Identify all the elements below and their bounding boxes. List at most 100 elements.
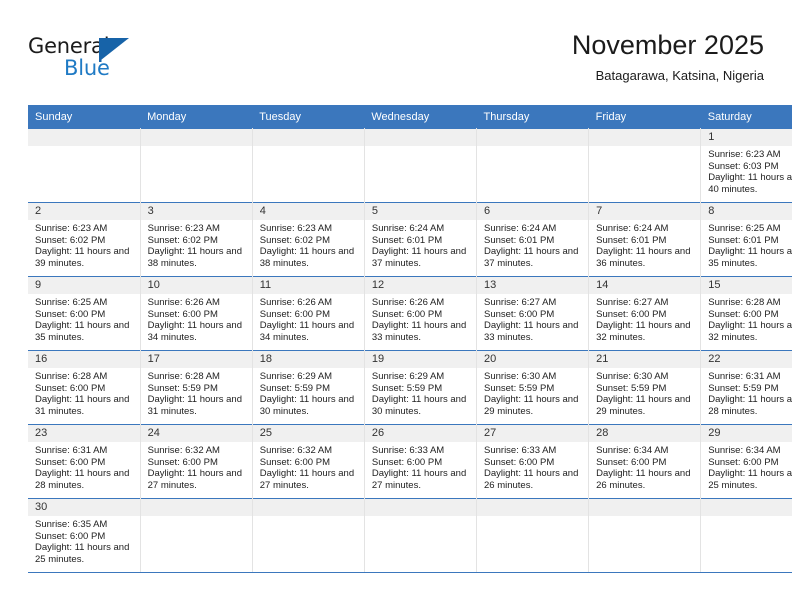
- sunrise-text: Sunrise: 6:23 AM: [147, 223, 220, 234]
- day-number: 10: [140, 277, 252, 294]
- calendar-day-cell[interactable]: 10 Sunrise: 6:26 AM Sunset: 6:00 PM Dayligh…: [140, 276, 253, 351]
- sunset-text: Sunset: 6:03 PM: [708, 160, 779, 172]
- day-number: 14: [589, 277, 701, 294]
- calendar-day-cell[interactable]: 14 Sunrise: 6:27 AM Sunset: 6:00 PM Dayligh…: [588, 276, 702, 351]
- day-cell-content: [140, 129, 252, 202]
- day-cell-content: 16 Sunrise: 6:28 AM Sunset: 6:00 PM Dayligh…: [28, 351, 140, 424]
- day-number: 13: [477, 277, 589, 294]
- sunrise-text: Sunrise: 6:29 AM: [259, 371, 333, 382]
- daylight-text: Daylight: 11 hours and 26 minutes.: [484, 468, 579, 491]
- calendar-day-cell[interactable]: 25 Sunrise: 6:32 AM Sunset: 6:00 PM Dayligh…: [252, 424, 365, 499]
- day-cell-content: [589, 499, 701, 572]
- daylight-text: Daylight: 11 hours and 25 minutes.: [708, 468, 792, 491]
- calendar-day-cell[interactable]: 19 Sunrise: 6:29 AM Sunset: 5:59 PM Dayligh…: [364, 350, 478, 425]
- day-details: Sunrise: 6:30 AM Sunset: 5:59 PM Daylight:…: [477, 368, 588, 417]
- daylight-text: Daylight: 11 hours and 27 minutes.: [259, 468, 355, 491]
- daylight-text: Daylight: 11 hours and 38 minutes.: [147, 246, 242, 269]
- calendar-day-cell[interactable]: 21 Sunrise: 6:30 AM Sunset: 5:59 PM Dayligh…: [588, 350, 702, 425]
- calendar-day-cell[interactable]: 6 Sunrise: 6:24 AM Sunset: 6:01 PM Daylight…: [476, 202, 590, 277]
- day-details: Sunrise: 6:24 AM Sunset: 6:01 PM Daylight:…: [365, 220, 476, 269]
- day-cell-content: 12 Sunrise: 6:26 AM Sunset: 6:00 PM Dayligh…: [364, 277, 476, 350]
- calendar-week-row: 30 Sunrise: 6:35 AM Sunset: 6:00 PM Dayligh…: [28, 498, 792, 573]
- calendar-day-cell[interactable]: 29 Sunrise: 6:34 AM Sunset: 6:00 PM Dayligh…: [700, 424, 792, 499]
- day-number: [364, 499, 476, 516]
- sunset-text: Sunset: 6:02 PM: [35, 234, 106, 246]
- day-details: Sunrise: 6:26 AM Sunset: 6:00 PM Daylight:…: [365, 294, 476, 343]
- calendar-day-cell[interactable]: 4 Sunrise: 6:23 AM Sunset: 6:02 PM Daylight…: [252, 202, 365, 277]
- calendar-table: Sunday Monday Tuesday Wednesday Thursday…: [28, 105, 792, 573]
- day-details: Sunrise: 6:28 AM Sunset: 6:00 PM Daylight:…: [701, 294, 792, 343]
- day-details: Sunrise: 6:23 AM Sunset: 6:02 PM Daylight:…: [253, 220, 364, 269]
- calendar-day-cell[interactable]: 3 Sunrise: 6:23 AM Sunset: 6:02 PM Daylight…: [140, 202, 253, 277]
- calendar-day-cell[interactable]: 13 Sunrise: 6:27 AM Sunset: 6:00 PM Dayligh…: [476, 276, 590, 351]
- day-details: Sunrise: 6:32 AM Sunset: 6:00 PM Daylight:…: [253, 442, 364, 491]
- daylight-text: Daylight: 11 hours and 35 minutes.: [35, 320, 130, 343]
- calendar-day-cell[interactable]: 11 Sunrise: 6:26 AM Sunset: 6:00 PM Dayligh…: [252, 276, 365, 351]
- calendar-day-cell[interactable]: 30 Sunrise: 6:35 AM Sunset: 6:00 PM Dayligh…: [28, 498, 141, 573]
- calendar-day-cell[interactable]: 24 Sunrise: 6:32 AM Sunset: 6:00 PM Dayligh…: [140, 424, 253, 499]
- sunset-text: Sunset: 6:00 PM: [147, 456, 218, 468]
- calendar-day-cell-empty: [700, 498, 792, 573]
- calendar-day-cell-empty: [252, 498, 365, 573]
- day-number: 20: [477, 351, 589, 368]
- day-details: Sunrise: 6:31 AM Sunset: 6:00 PM Daylight:…: [28, 442, 140, 491]
- daylight-text: Daylight: 11 hours and 33 minutes.: [371, 320, 467, 343]
- calendar-day-cell[interactable]: 18 Sunrise: 6:29 AM Sunset: 5:59 PM Dayligh…: [252, 350, 365, 425]
- calendar-day-cell[interactable]: 27 Sunrise: 6:33 AM Sunset: 6:00 PM Dayligh…: [476, 424, 590, 499]
- calendar-day-cell[interactable]: 9 Sunrise: 6:25 AM Sunset: 6:00 PM Daylight…: [28, 276, 141, 351]
- day-number: 11: [252, 277, 364, 294]
- day-cell-content: 23 Sunrise: 6:31 AM Sunset: 6:00 PM Dayligh…: [28, 425, 140, 498]
- logo-text-general: General: [28, 34, 110, 58]
- day-number: 27: [477, 425, 589, 442]
- general-blue-logo[interactable]: General Blue: [28, 34, 228, 90]
- calendar-day-cell-empty: [140, 128, 253, 203]
- daylight-text: Daylight: 11 hours and 39 minutes.: [35, 246, 130, 269]
- day-cell-content: [477, 129, 589, 202]
- day-details: Sunrise: 6:34 AM Sunset: 6:00 PM Daylight:…: [589, 442, 700, 491]
- calendar-day-cell-empty: [364, 498, 478, 573]
- daylight-text: Daylight: 11 hours and 38 minutes.: [259, 246, 355, 269]
- day-number: [140, 129, 252, 146]
- calendar-day-cell[interactable]: 28 Sunrise: 6:34 AM Sunset: 6:00 PM Dayligh…: [588, 424, 702, 499]
- day-number: [589, 499, 701, 516]
- calendar-day-cell[interactable]: 7 Sunrise: 6:24 AM Sunset: 6:01 PM Daylight…: [588, 202, 702, 277]
- calendar-week-row: 9 Sunrise: 6:25 AM Sunset: 6:00 PM Daylight…: [28, 276, 792, 351]
- calendar-day-cell[interactable]: 22 Sunrise: 6:31 AM Sunset: 5:59 PM Dayligh…: [700, 350, 792, 425]
- day-number: [701, 499, 792, 516]
- day-details: Sunrise: 6:26 AM Sunset: 6:00 PM Daylight:…: [253, 294, 364, 343]
- sunset-text: Sunset: 6:00 PM: [35, 308, 106, 320]
- day-details: Sunrise: 6:27 AM Sunset: 6:00 PM Daylight:…: [589, 294, 700, 343]
- calendar-day-cell[interactable]: 5 Sunrise: 6:24 AM Sunset: 6:01 PM Daylight…: [364, 202, 478, 277]
- day-cell-content: 2 Sunrise: 6:23 AM Sunset: 6:02 PM Daylight…: [28, 203, 140, 276]
- calendar-day-cell[interactable]: 2 Sunrise: 6:23 AM Sunset: 6:02 PM Daylight…: [28, 202, 141, 277]
- calendar-day-cell-empty: [588, 128, 702, 203]
- day-number: 7: [589, 203, 701, 220]
- calendar-day-cell[interactable]: 15 Sunrise: 6:28 AM Sunset: 6:00 PM Dayligh…: [700, 276, 792, 351]
- sunset-text: Sunset: 6:00 PM: [259, 456, 330, 468]
- daylight-text: Daylight: 11 hours and 27 minutes.: [371, 468, 467, 491]
- day-cell-content: 6 Sunrise: 6:24 AM Sunset: 6:01 PM Daylight…: [477, 203, 589, 276]
- day-number: 24: [140, 425, 252, 442]
- sunrise-text: Sunrise: 6:34 AM: [708, 445, 781, 456]
- sunset-text: Sunset: 6:00 PM: [484, 456, 555, 468]
- calendar-day-cell[interactable]: 1 Sunrise: 6:23 AM Sunset: 6:03 PM Daylight…: [700, 128, 792, 203]
- sunset-text: Sunset: 6:00 PM: [484, 308, 555, 320]
- calendar-day-cell[interactable]: 12 Sunrise: 6:26 AM Sunset: 6:00 PM Dayligh…: [364, 276, 478, 351]
- day-cell-content: 5 Sunrise: 6:24 AM Sunset: 6:01 PM Daylight…: [364, 203, 476, 276]
- sunset-text: Sunset: 6:00 PM: [708, 308, 779, 320]
- calendar-day-cell[interactable]: 16 Sunrise: 6:28 AM Sunset: 6:00 PM Dayligh…: [28, 350, 141, 425]
- weekday-header-saturday: Saturday: [700, 105, 792, 129]
- day-number: 22: [701, 351, 792, 368]
- calendar-day-cell[interactable]: 17 Sunrise: 6:28 AM Sunset: 5:59 PM Dayligh…: [140, 350, 253, 425]
- sunset-text: Sunset: 6:00 PM: [596, 456, 667, 468]
- daylight-text: Daylight: 11 hours and 32 minutes.: [708, 320, 792, 343]
- daylight-text: Daylight: 11 hours and 37 minutes.: [371, 246, 467, 269]
- day-cell-content: [364, 499, 476, 572]
- calendar-day-cell[interactable]: 20 Sunrise: 6:30 AM Sunset: 5:59 PM Dayligh…: [476, 350, 590, 425]
- calendar-day-cell[interactable]: 23 Sunrise: 6:31 AM Sunset: 6:00 PM Dayligh…: [28, 424, 141, 499]
- day-details: Sunrise: 6:27 AM Sunset: 6:00 PM Daylight:…: [477, 294, 588, 343]
- day-number: 8: [701, 203, 792, 220]
- calendar-day-cell[interactable]: 8 Sunrise: 6:25 AM Sunset: 6:01 PM Daylight…: [700, 202, 792, 277]
- calendar-day-cell[interactable]: 26 Sunrise: 6:33 AM Sunset: 6:00 PM Dayligh…: [364, 424, 478, 499]
- calendar-day-cell-empty: [140, 498, 253, 573]
